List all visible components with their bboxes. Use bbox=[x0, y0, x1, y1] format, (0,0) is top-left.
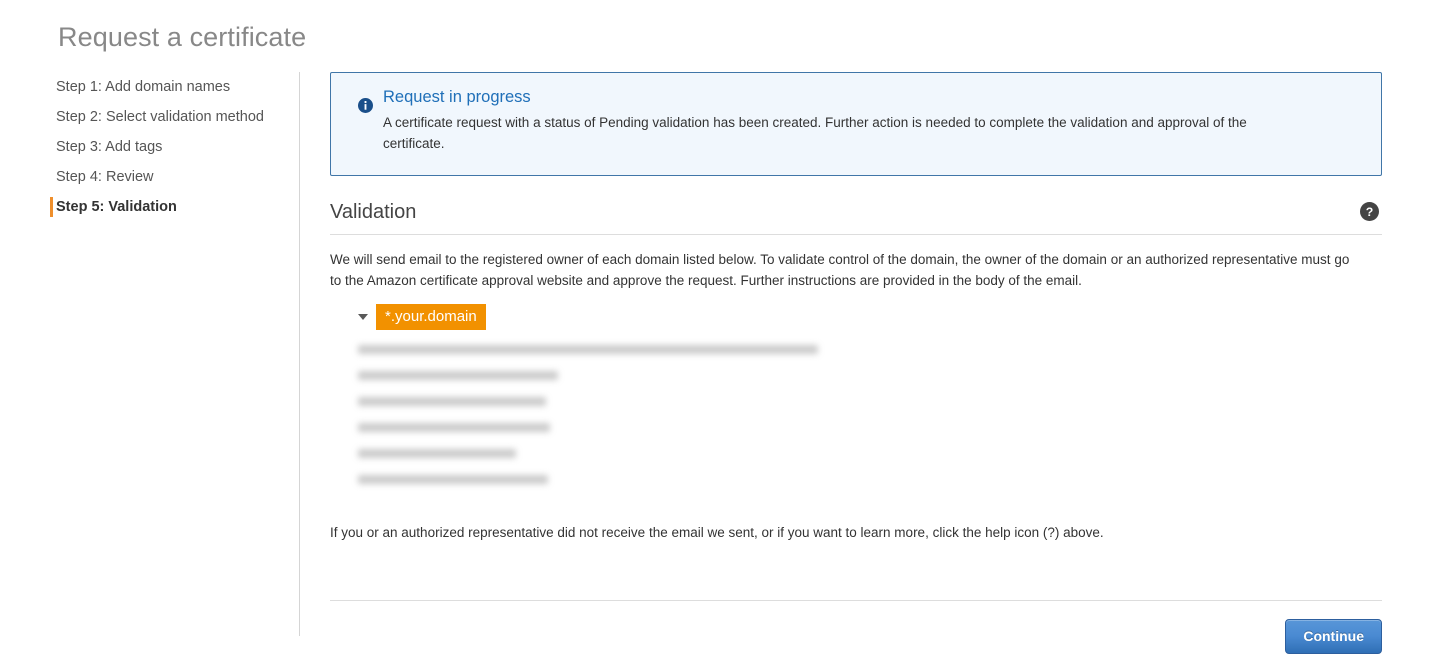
sidebar-step-5[interactable]: Step 5: Validation bbox=[0, 192, 299, 222]
redacted-text-bar bbox=[358, 423, 550, 432]
validation-section-header: Validation ? bbox=[330, 199, 1382, 235]
sidebar-step-5-label: Step 5: Validation bbox=[56, 199, 177, 215]
chevron-down-icon[interactable] bbox=[358, 314, 368, 320]
page-title: Request a certificate bbox=[58, 22, 307, 52]
redacted-text-bar bbox=[358, 449, 516, 458]
alert-text: A certificate request with a status of P… bbox=[383, 115, 1247, 151]
redacted-text-bar bbox=[358, 397, 546, 406]
sidebar-step-4[interactable]: Step 4: Review bbox=[0, 162, 299, 192]
redacted-text-bar bbox=[358, 371, 558, 380]
continue-button[interactable]: Continue bbox=[1285, 619, 1382, 654]
list-item bbox=[358, 397, 1382, 418]
list-item bbox=[358, 345, 1382, 366]
wizard-steps-sidebar: Step 1: Add domain names Step 2: Select … bbox=[0, 72, 300, 636]
help-circle-icon[interactable]: ? bbox=[1360, 202, 1379, 221]
svg-text:?: ? bbox=[1366, 205, 1374, 219]
request-in-progress-alert: Request in progress A certificate reques… bbox=[330, 72, 1382, 176]
validation-description: We will send email to the registered own… bbox=[330, 252, 1350, 288]
wizard-actions: Continue bbox=[330, 619, 1382, 654]
help-footer-note: If you or an authorized representative d… bbox=[330, 525, 1104, 540]
info-circle-icon bbox=[358, 98, 373, 113]
redacted-email-list bbox=[358, 345, 1382, 496]
domain-name-badge: *.your.domain bbox=[376, 304, 486, 330]
sidebar-step-1-label: Step 1: Add domain names bbox=[56, 79, 231, 95]
domain-validation-group: *.your.domain bbox=[330, 304, 1382, 496]
list-item bbox=[358, 449, 1382, 470]
redacted-text-bar bbox=[358, 345, 818, 354]
sidebar-step-2-label: Step 2: Select validation method bbox=[56, 109, 264, 125]
section-title: Validation bbox=[330, 201, 417, 223]
list-item bbox=[358, 371, 1382, 392]
sidebar-step-3-label: Step 3: Add tags bbox=[56, 139, 163, 155]
sidebar-step-2[interactable]: Step 2: Select validation method bbox=[0, 102, 299, 132]
wizard-body: Step 1: Add domain names Step 2: Select … bbox=[0, 72, 1440, 654]
domain-group-header: *.your.domain bbox=[358, 304, 1382, 330]
main-content: Request in progress A certificate reques… bbox=[330, 72, 1382, 654]
sidebar-step-4-label: Step 4: Review bbox=[56, 169, 154, 185]
list-item bbox=[358, 423, 1382, 444]
list-item bbox=[358, 475, 1382, 496]
sidebar-step-1[interactable]: Step 1: Add domain names bbox=[0, 72, 299, 102]
redacted-text-bar bbox=[358, 475, 548, 484]
footer-divider bbox=[330, 600, 1382, 601]
alert-title: Request in progress bbox=[383, 88, 531, 106]
sidebar-step-3[interactable]: Step 3: Add tags bbox=[0, 132, 299, 162]
